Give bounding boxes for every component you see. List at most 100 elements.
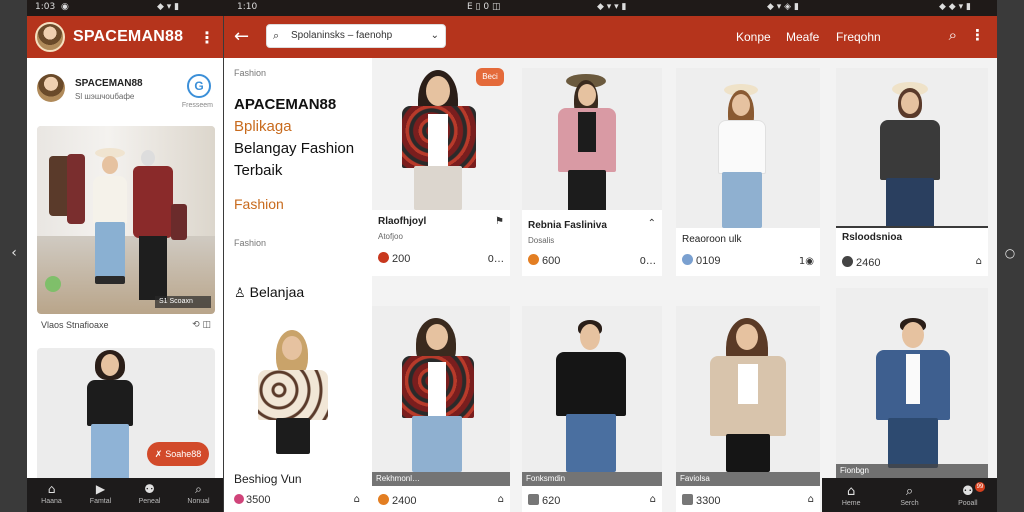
belanja-link[interactable]: ♙ Belanjaa [234,284,304,301]
status-icons-left-right: ◆ ▾ ▮ [157,2,180,12]
search-icon: ⌕ [195,482,202,496]
nav-profile[interactable]: ⚉ Peneal [125,478,174,512]
cart-icon[interactable]: ⌂ [808,494,814,505]
status-icons-left: ◉ [61,2,69,12]
product-title: Reaoroon ulk [682,234,742,245]
verified-badge-icon[interactable]: G [187,74,211,98]
product-price: 2460 [842,256,880,269]
price-dot-icon [378,494,389,505]
product-card[interactable]: Rebnia Fasliniva ⌃ Dosalis 600 0… [522,68,662,276]
search-value: Spolaninsks – faenohp [291,30,393,41]
app-line: Bplikaga [234,118,292,135]
tagline-2: Terbaik [234,162,283,179]
header-nav-2[interactable]: Meafe [786,30,819,44]
cart-icon[interactable]: ⌂ [650,494,656,505]
price-dot-icon [378,252,389,263]
product-meta: 0… [639,256,656,267]
nav-label: Heme [841,500,861,507]
sidebar-product-price: 3500 [234,494,270,506]
chevron-down-icon[interactable]: ⌄ [431,25,439,47]
product-title: Rebnia Fasliniva [528,220,607,231]
product-card[interactable]: Fonksmdin 620 ⌂ [522,306,662,512]
product-card[interactable]: Faviolsa 3300 ⌂ [676,306,820,512]
status-time-left: 1:03 [35,2,56,12]
profile-avatar[interactable] [37,74,65,102]
cart-icon[interactable]: ⌂ [354,494,360,505]
product-card[interactable]: Beci Rlaofhjoyl ⚑ Atofjoo 200 0… [372,58,510,276]
price-dot-icon [528,494,539,505]
app-header: ← ⌕ Spolaninsks – faenohp ⌄ Konpe Meafe … [224,16,997,58]
price-value: 0109 [696,255,721,267]
belanja-label: Belanjaa [249,284,305,300]
more-vertical-icon[interactable]: ⋮ [199,28,215,47]
left-panel: SPACEMAN88 ⋮ SPACEMAN88 Sl шэшчоuбaфe G … [27,16,223,512]
user-icon: ♙ [234,286,246,301]
tagline-1: Belangay Fashion [234,140,355,157]
profile-row[interactable]: SPACEMAN88 Sl шэшчоuбaфe G Fresseem [37,72,213,109]
app-bottom-nav: ⌂ Heme ⌕ Serch ⚉ Pooall 99 [822,478,997,512]
status-bar: 1:03 ◉ ◆ ▾ ▮ 1:10 E ▯ 0 ◫ ◆ ▾ ▾ ▮ ◆ ▾ ◈ … [27,0,997,16]
promo-sidebar: Fashion APACEMAN88 Bplikaga Belangay Fas… [224,58,372,512]
status-icons-mid-right: ◆ ▾ ▾ ▮ [597,2,627,12]
product-photo [372,306,510,472]
header-nav-1[interactable]: Konpe [736,30,771,44]
nav-label: Pooall [958,500,978,507]
back-arrow-icon[interactable]: ← [234,26,249,47]
product-caption: Faviolsa [676,472,820,486]
price-value: 3500 [246,494,271,506]
feed-caption-row: Vlaos Stnafioaxe ⟲ ◫ [41,320,213,330]
product-card[interactable]: Reaoroon ulk 0109 1◉ [676,68,820,276]
status-icons-right: ◆ ◆ ▾ ▮ [939,2,971,12]
nav-label: Peneal [138,498,161,505]
status-time-mid: 1:10 [237,2,258,12]
price-value: 2400 [392,495,417,507]
price-dot-icon [682,494,693,505]
profile-subtitle: Sl шэшчоuбaфe [75,92,135,101]
promo-button[interactable]: ✗ Soahe88 [147,442,209,466]
profile-icon: ⚉ [144,482,155,496]
profile-name: SPACEMAN88 [75,78,143,89]
notification-badge: 99 [974,482,985,492]
next-circle-icon[interactable]: ○ [1003,246,1017,260]
product-sub: Dosalis [528,236,555,245]
nav-play[interactable]: ▶ Famtal [76,478,125,512]
price-dot-icon [682,254,693,265]
product-card[interactable]: Rsloodsnioa 2460 ⌂ [836,68,988,276]
product-caption: Fionbgn [836,464,988,478]
nav-home[interactable]: ⌂ Heme [822,478,880,512]
left-header: SPACEMAN88 ⋮ [27,16,223,58]
product-photo [836,288,988,478]
search-icon[interactable]: ⌕ [949,26,957,44]
product-photo: Beci [372,58,510,210]
product-price: 200 [378,252,410,265]
search-icon: ⌕ [905,484,914,499]
product-meta: 1◉ [798,256,814,267]
status-icons-mid2-right: ◆ ▾ ◈ ▮ [767,2,799,12]
nav-profile[interactable]: ⚉ Pooall 99 [939,478,997,512]
more-vertical-icon[interactable]: ⋮ [970,26,985,44]
nav-home[interactable]: ⌂ Haana [27,478,76,512]
prev-arrow-icon[interactable]: ‹ [7,246,21,260]
status-icons-mid: E ▯ 0 ◫ [467,2,501,12]
header-nav-3[interactable]: Freqohn [836,30,881,44]
search-input[interactable]: ⌕ Spolaninsks – faenohp ⌄ [266,24,446,48]
product-card[interactable]: Rekhmonl… 2400 ⌂ [372,306,510,512]
product-price: 3300 [682,494,720,507]
price-value: 3300 [696,495,721,507]
bookmark-icon[interactable]: ⚑ [495,216,504,227]
product-photo [676,306,820,472]
feed-action-icons[interactable]: ⟲ ◫ [192,320,211,330]
product-card[interactable]: Fionbgn [836,288,988,478]
home-icon: ⌂ [47,482,56,496]
nav-search[interactable]: ⌕ Nonual [174,478,223,512]
product-sub: Atofjoo [378,232,403,241]
nav-search[interactable]: ⌕ Serch [880,478,938,512]
left-bottom-nav: ⌂ Haana ▶ Famtal ⚉ Peneal ⌕ Nonual [27,478,223,512]
cart-icon[interactable]: ⌂ [976,256,982,267]
share-icon[interactable]: ⌃ [648,218,656,229]
avatar[interactable] [35,22,65,52]
feed-image[interactable]: S1 Scoaxn [37,126,215,314]
fashion-link[interactable]: Fashion [234,196,284,212]
cart-icon[interactable]: ⌂ [498,494,504,505]
price-value: 2460 [856,257,881,269]
